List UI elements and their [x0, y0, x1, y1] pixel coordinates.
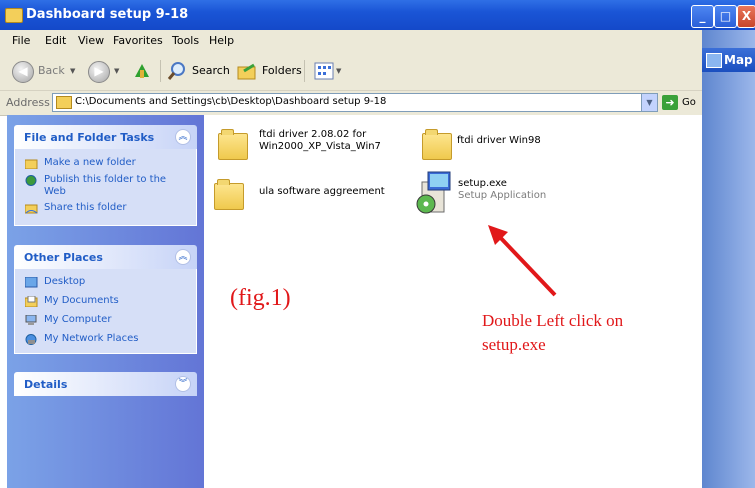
- instruction-line1: Double Left click on: [482, 311, 624, 330]
- annotation-arrow: [488, 225, 557, 297]
- chevron-down-icon[interactable]: ▼: [641, 94, 657, 111]
- search-button[interactable]: Search: [192, 64, 230, 77]
- other-places-panel: Other Places ︽ Desktop My Documents My C…: [14, 245, 197, 354]
- go-arrow-icon[interactable]: ➜: [662, 95, 678, 110]
- panel-title: Details: [24, 378, 68, 391]
- file-name: ftdi driver Win98: [457, 135, 541, 146]
- file-folder-tasks-panel: File and Folder Tasks ︽ Make a new folde…: [14, 125, 197, 226]
- panel-header[interactable]: File and Folder Tasks ︽: [14, 125, 197, 149]
- collapse-chevron-icon[interactable]: ︽: [175, 129, 191, 145]
- computer-icon: [25, 315, 37, 325]
- task-label: Make a new folder: [44, 157, 136, 168]
- back-dropdown-icon[interactable]: ▼: [70, 67, 75, 75]
- file-item-ftdi-win98[interactable]: ftdi driver Win98: [422, 127, 592, 167]
- folder-icon: [218, 129, 248, 160]
- menu-edit[interactable]: Edit: [45, 34, 66, 47]
- panel-header[interactable]: Other Places ︽: [14, 245, 197, 269]
- new-folder-icon: [25, 159, 38, 169]
- menu-view[interactable]: View: [78, 34, 104, 47]
- toolbar: ◀ Back ▼ ▶ ▼ Search Folders ▼: [0, 52, 702, 91]
- map-app-icon: [706, 53, 722, 68]
- file-name-line1: ftdi driver 2.08.02 for: [259, 129, 367, 140]
- toolbar-separator: [160, 60, 161, 82]
- minimize-button[interactable]: _: [691, 5, 714, 28]
- background-window-titlebar[interactable]: Map: [702, 48, 755, 72]
- panel-header[interactable]: Details ︾: [14, 372, 197, 396]
- menu-tools[interactable]: Tools: [172, 34, 199, 47]
- toolbar-separator: [304, 60, 305, 82]
- task-publish-folder[interactable]: Publish this folder to the Web: [25, 174, 185, 198]
- task-label: My Documents: [44, 295, 119, 306]
- panel-title: Other Places: [24, 251, 103, 264]
- views-dropdown-icon[interactable]: ▼: [336, 67, 341, 75]
- folder-icon: [5, 8, 23, 23]
- menu-bar: File Edit View Favorites Tools Help: [0, 30, 702, 53]
- task-label: Share this folder: [44, 202, 127, 213]
- file-name: ula software aggreement: [259, 186, 385, 197]
- file-name-line2: Win2000_XP_Vista_Win7: [259, 141, 381, 152]
- collapse-chevron-icon[interactable]: ︽: [175, 249, 191, 265]
- folder-tab: [425, 129, 438, 135]
- task-label: Publish this folder to the Web: [44, 174, 167, 197]
- search-icon[interactable]: [167, 61, 187, 81]
- address-bar: Address C:\Documents and Settings\cb\Des…: [0, 91, 702, 116]
- panel-body: Desktop My Documents My Computer My Netw…: [14, 269, 197, 354]
- back-button-label[interactable]: Back: [38, 64, 65, 77]
- background-window[interactable]: [702, 30, 755, 488]
- menu-file[interactable]: File: [12, 34, 30, 47]
- folder-tab: [221, 129, 234, 135]
- details-panel: Details ︾: [14, 372, 197, 396]
- background-window-title: Map: [724, 53, 753, 67]
- title-bar[interactable]: Dashboard setup 9-18 _ □ X: [0, 0, 755, 30]
- expand-chevron-icon[interactable]: ︾: [175, 376, 191, 392]
- go-button[interactable]: Go: [682, 97, 696, 108]
- folders-icon[interactable]: [236, 62, 258, 80]
- menu-favorites[interactable]: Favorites: [113, 34, 163, 47]
- panel-body: Make a new folder Publish this folder to…: [14, 149, 197, 226]
- task-label: My Network Places: [44, 333, 139, 344]
- desktop-icon: [25, 277, 38, 288]
- task-label: Desktop: [44, 276, 86, 287]
- figure-label: (fig.1): [230, 285, 291, 311]
- file-item-ula-software[interactable]: ula software aggreement: [214, 177, 404, 217]
- network-icon: [25, 334, 37, 345]
- file-item-setup-exe[interactable]: setup.exe Setup Application: [414, 170, 584, 220]
- task-pane: File and Folder Tasks ︽ Make a new folde…: [7, 115, 204, 488]
- folder-icon: [214, 179, 244, 210]
- file-list[interactable]: ftdi driver 2.08.02 for Win2000_XP_Vista…: [204, 115, 702, 488]
- file-item-ftdi-win2000[interactable]: ftdi driver 2.08.02 for Win2000_XP_Vista…: [218, 127, 408, 167]
- globe-icon: [25, 175, 37, 186]
- close-button[interactable]: X: [737, 5, 755, 28]
- views-icon[interactable]: [314, 61, 334, 81]
- file-type: Setup Application: [458, 190, 547, 201]
- panel-title: File and Folder Tasks: [24, 131, 155, 144]
- forward-arrow-icon[interactable]: ▶: [88, 61, 110, 83]
- folder-icon: [56, 96, 72, 109]
- maximize-button[interactable]: □: [714, 5, 737, 28]
- setup-application-icon: [416, 171, 451, 214]
- menu-help[interactable]: Help: [209, 34, 234, 47]
- forward-dropdown-icon[interactable]: ▼: [114, 67, 119, 75]
- explorer-window: Map Dashboard setup 9-18 _ □ X File Edit…: [0, 0, 755, 488]
- folder-tab: [217, 179, 230, 185]
- back-arrow-icon[interactable]: ◀: [12, 61, 34, 83]
- folders-button[interactable]: Folders: [262, 64, 302, 77]
- documents-icon: [25, 296, 38, 307]
- up-folder-icon[interactable]: [132, 60, 152, 80]
- folder-icon: [422, 129, 452, 160]
- window-title: Dashboard setup 9-18: [26, 7, 189, 22]
- address-label: Address: [6, 96, 50, 109]
- address-path: C:\Documents and Settings\cb\Desktop\Das…: [75, 96, 387, 107]
- file-name: setup.exe: [458, 178, 507, 189]
- instruction-line2: setup.exe: [482, 335, 546, 354]
- address-input[interactable]: C:\Documents and Settings\cb\Desktop\Das…: [52, 93, 658, 112]
- task-label: My Computer: [44, 314, 112, 325]
- share-folder-icon: [25, 204, 38, 214]
